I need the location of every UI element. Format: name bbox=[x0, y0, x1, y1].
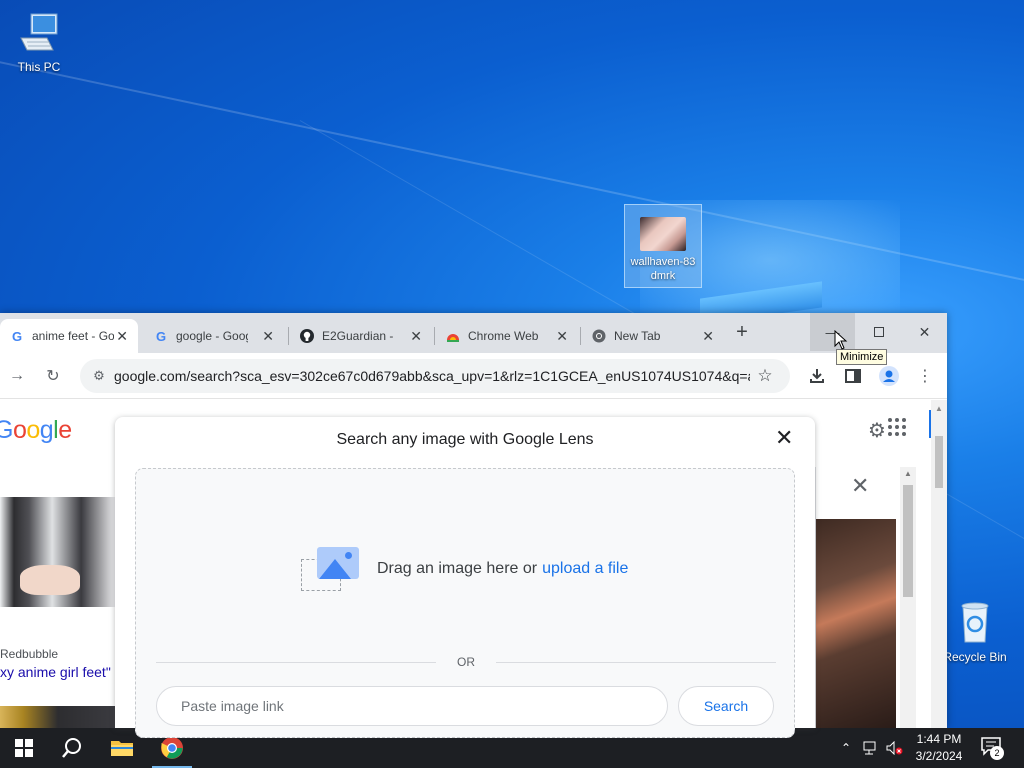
show-hidden-icons-chevron-icon[interactable]: ⌃ bbox=[836, 728, 856, 768]
tab-e2guardian[interactable]: E2Guardian - GitHub ✕ bbox=[290, 319, 432, 353]
forward-arrow-icon[interactable]: → bbox=[4, 363, 30, 389]
tab-title: anime feet - Google Search bbox=[32, 329, 114, 343]
new-tab-plus-icon[interactable]: + bbox=[732, 322, 752, 343]
maximize-icon bbox=[873, 327, 884, 337]
tab-close-icon[interactable]: ✕ bbox=[116, 328, 128, 345]
download-icon[interactable] bbox=[804, 363, 830, 389]
close-window-button[interactable]: ✕ bbox=[902, 313, 947, 351]
scroll-up-icon[interactable]: ▲ bbox=[935, 404, 943, 413]
preview-image[interactable] bbox=[816, 519, 896, 728]
search-button[interactable]: Search bbox=[678, 686, 774, 726]
tab-chrome-web-store[interactable]: Chrome Web Store ✕ bbox=[436, 319, 578, 353]
tab-strip: G anime feet - Google Search ✕ G google … bbox=[0, 313, 947, 353]
github-icon bbox=[300, 329, 314, 343]
google-icon: G bbox=[155, 328, 167, 344]
profile-avatar-icon[interactable] bbox=[876, 363, 902, 389]
google-apps-icon[interactable] bbox=[888, 418, 906, 436]
tab-separator bbox=[288, 327, 289, 345]
tab-anime-feet[interactable]: G anime feet - Google Search ✕ bbox=[0, 319, 138, 353]
network-icon[interactable] bbox=[860, 728, 882, 768]
drop-instructions: Drag an image here or upload a file bbox=[301, 547, 628, 591]
search-icon bbox=[62, 738, 81, 758]
desktop-icon-label: wallhaven-83dmrk bbox=[630, 256, 696, 282]
or-divider: OR bbox=[156, 652, 776, 672]
notification-count-badge: 2 bbox=[990, 746, 1004, 760]
drag-text: Drag an image here or bbox=[377, 560, 538, 577]
scroll-up-icon[interactable]: ▲ bbox=[904, 469, 912, 478]
mouse-cursor-icon bbox=[834, 329, 848, 353]
clock-date: 3/2/2024 bbox=[915, 749, 963, 763]
tab-close-icon[interactable]: ✕ bbox=[262, 328, 274, 345]
result-source[interactable]: Redbubble bbox=[0, 647, 58, 661]
system-clock[interactable]: 1:44 PM 3/2/2024 bbox=[906, 731, 972, 765]
tab-google[interactable]: G google - Google Search ✕ bbox=[144, 319, 284, 353]
desktop-icon-label: This PC bbox=[17, 60, 61, 74]
preview-scrollbar[interactable]: ▲ bbox=[900, 467, 916, 728]
windows-start-icon bbox=[15, 739, 33, 757]
side-panel-icon[interactable] bbox=[840, 363, 866, 389]
chrome-webstore-icon bbox=[446, 329, 460, 343]
reload-icon[interactable]: ↻ bbox=[40, 363, 66, 389]
close-preview-icon[interactable]: ✕ bbox=[851, 473, 869, 499]
desktop-icon-label: Recycle Bin bbox=[943, 650, 1007, 664]
tab-new-tab[interactable]: New Tab ✕ bbox=[582, 319, 724, 353]
tab-title: E2Guardian - GitHub bbox=[322, 329, 394, 343]
google-icon: G bbox=[11, 328, 23, 344]
minimize-button[interactable]: — bbox=[810, 313, 855, 351]
tab-close-icon[interactable]: ✕ bbox=[410, 328, 422, 345]
action-center-button[interactable]: 2 bbox=[980, 736, 1008, 760]
chrome-icon bbox=[592, 329, 606, 343]
address-bar[interactable]: ⚙ google.com/search?sca_esv=302ce67c0d67… bbox=[80, 359, 790, 393]
dialog-title: Search any image with Google Lens bbox=[336, 431, 594, 448]
result-caption[interactable]: xy anime girl feet" bbox=[0, 664, 111, 680]
result-image-detail bbox=[20, 565, 80, 595]
computer-icon bbox=[0, 10, 78, 57]
result-image[interactable] bbox=[0, 706, 116, 728]
scrollbar-thumb[interactable] bbox=[935, 436, 943, 488]
clock-time: 1:44 PM bbox=[916, 732, 962, 746]
image-file-icon bbox=[640, 217, 686, 251]
google-logo[interactable]: Google bbox=[0, 416, 72, 445]
scrollbar-thumb[interactable] bbox=[903, 485, 913, 597]
google-lens-dialog: Search any image with Google Lens ✕ Drag… bbox=[115, 417, 815, 738]
chrome-icon bbox=[161, 737, 183, 759]
page-scrollbar[interactable]: ▲ bbox=[931, 400, 947, 728]
browser-toolbar: → ↻ ⚙ google.com/search?sca_esv=302ce67c… bbox=[0, 353, 947, 399]
tab-title: New Tab bbox=[614, 329, 661, 343]
tab-separator bbox=[434, 327, 435, 345]
image-upload-icon bbox=[301, 547, 359, 591]
tab-separator bbox=[580, 327, 581, 345]
image-drop-zone[interactable]: Drag an image here or upload a file OR S… bbox=[135, 468, 795, 738]
tab-title: Chrome Web Store bbox=[468, 329, 540, 343]
recycle-bin-icon bbox=[936, 600, 1014, 647]
start-button[interactable] bbox=[0, 728, 48, 768]
search-button[interactable] bbox=[48, 728, 96, 768]
desktop-icon-this-pc[interactable]: This PC bbox=[0, 10, 78, 74]
url-text: google.com/search?sca_esv=302ce67c0d679a… bbox=[114, 368, 750, 384]
more-menu-icon[interactable]: ⋮ bbox=[912, 363, 938, 389]
desktop-icon-recycle-bin[interactable]: Recycle Bin bbox=[936, 600, 1014, 664]
folder-icon bbox=[111, 741, 133, 756]
paste-image-link-input[interactable] bbox=[156, 686, 668, 726]
tab-title: google - Google Search bbox=[176, 329, 248, 343]
desktop-icon-wallhaven[interactable]: wallhaven-83dmrk bbox=[624, 204, 702, 288]
upload-file-link[interactable]: upload a file bbox=[542, 560, 628, 578]
tab-close-icon[interactable]: ✕ bbox=[556, 328, 568, 345]
image-preview-panel: ✕ ▲ bbox=[815, 467, 916, 728]
bookmark-star-icon[interactable]: ☆ bbox=[750, 366, 780, 386]
site-info-icon[interactable]: ⚙ bbox=[84, 368, 114, 384]
close-icon[interactable]: ✕ bbox=[775, 425, 793, 451]
tab-close-icon[interactable]: ✕ bbox=[702, 328, 714, 345]
settings-gear-icon[interactable]: ⚙ bbox=[868, 418, 886, 443]
volume-muted-icon[interactable] bbox=[884, 728, 906, 768]
maximize-button[interactable] bbox=[856, 313, 901, 351]
